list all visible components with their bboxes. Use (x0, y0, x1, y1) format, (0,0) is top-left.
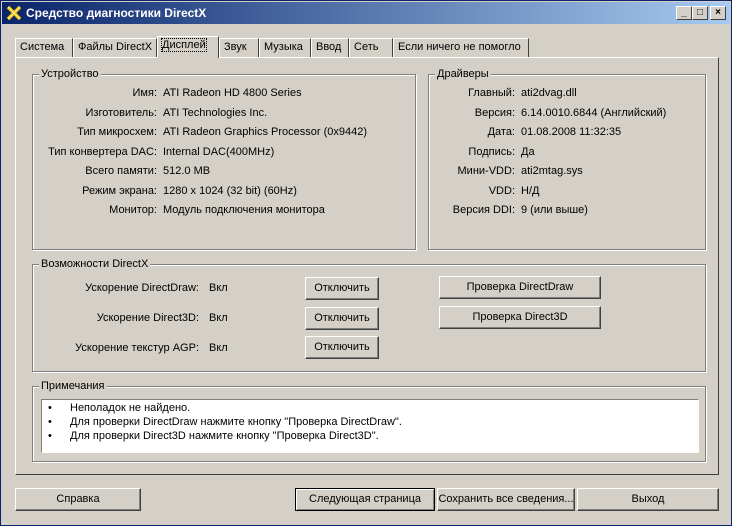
close-button[interactable]: × (710, 6, 726, 20)
device-row-dac-type: Тип конвертера DAC: Internal DAC(400MHz) (48, 146, 275, 158)
driver-row-date: Дата: 01.08.2008 11:32:35 (487, 126, 622, 138)
device-row-chip-type: Тип микросхем: ATI Radeon Graphics Proce… (77, 126, 367, 138)
save-all-info-button[interactable]: Сохранить все сведения... (437, 488, 575, 511)
driver-row-mini-vdd: Мини-VDD: ati2mtag.sys (457, 165, 583, 177)
direct3d-status: Вкл (209, 312, 228, 324)
agp-status: Вкл (209, 342, 228, 354)
directx-icon (6, 5, 22, 21)
tab-more-help[interactable]: Если ничего не помогло (393, 38, 529, 57)
tab-music[interactable]: Музыка (259, 38, 311, 57)
drivers-group: Драйверы Главный: ati2dvag.dll Версия: 6… (428, 68, 706, 250)
title-bar[interactable]: Средство диагностики DirectX _ □ × (2, 2, 730, 24)
dxdiag-window: Средство диагностики DirectX _ □ × Систе… (0, 0, 732, 526)
note-item: • Неполадок не найдено. (48, 402, 191, 414)
tab-directx-files[interactable]: Файлы DirectX (73, 38, 157, 57)
feature-row-agp: Ускорение текстур AGP: Вкл (75, 342, 228, 354)
device-name-value: ATI Radeon HD 4800 Series (163, 87, 302, 99)
maximize-button[interactable]: □ (692, 6, 708, 20)
disable-agp-button[interactable]: Отключить (305, 336, 379, 359)
features-legend: Возможности DirectX (39, 258, 151, 270)
tab-sound[interactable]: Звук (219, 38, 259, 57)
next-page-button[interactable]: Следующая страница (295, 488, 435, 511)
device-row-monitor: Монитор: Модуль подключения монитора (109, 204, 325, 216)
driver-row-signature: Подпись: Да (468, 146, 535, 158)
disable-directdraw-button[interactable]: Отключить (305, 277, 379, 300)
notes-box[interactable]: • Неполадок не найдено. • Для проверки Dir… (41, 399, 699, 453)
display-panel: Устройство Имя: ATI Radeon HD 4800 Serie… (15, 57, 719, 475)
feature-row-directdraw: Ускорение DirectDraw: Вкл (85, 282, 228, 294)
note-item: • Для проверки Direct3D нажмите кнопку "П… (48, 430, 379, 442)
minimize-button[interactable]: _ (676, 6, 692, 20)
device-row-name: Имя: ATI Radeon HD 4800 Series (132, 87, 302, 99)
directdraw-status: Вкл (209, 282, 228, 294)
driver-row-version: Версия: 6.14.0010.6844 (Английский) (474, 107, 667, 119)
notes-legend: Примечания (39, 380, 107, 392)
window-title: Средство диагностики DirectX (26, 6, 207, 20)
driver-row-main: Главный: ati2dvag.dll (468, 87, 577, 99)
test-directdraw-button[interactable]: Проверка DirectDraw (439, 276, 601, 299)
feature-row-direct3d: Ускорение Direct3D: Вкл (96, 312, 228, 324)
device-group: Устройство Имя: ATI Radeon HD 4800 Serie… (32, 68, 416, 250)
note-item: • Для проверки DirectDraw нажмите кнопку … (48, 416, 402, 428)
device-row-memory: Всего памяти: 512.0 MB (85, 165, 211, 177)
notes-group: Примечания • Неполадок не найдено. • Для п… (32, 380, 706, 462)
exit-button[interactable]: Выход (577, 488, 719, 511)
tab-display[interactable]: Дисплей (157, 36, 219, 58)
drivers-legend: Драйверы (435, 68, 491, 80)
device-legend: Устройство (39, 68, 101, 80)
disable-direct3d-button[interactable]: Отключить (305, 307, 379, 330)
driver-row-vdd: VDD: Н/Д (488, 185, 540, 197)
driver-row-ddi-version: Версия DDI: 9 (или выше) (452, 204, 588, 216)
tab-system[interactable]: Система (15, 38, 73, 57)
tab-network[interactable]: Сеть (349, 38, 393, 57)
device-row-display-mode: Режим экрана: 1280 x 1024 (32 bit) (60Hz… (82, 185, 297, 197)
test-direct3d-button[interactable]: Проверка Direct3D (439, 306, 601, 329)
directx-features-group: Возможности DirectX Ускорение DirectDraw… (32, 258, 706, 372)
device-row-manufacturer: Изготовитель: ATI Technologies Inc. (85, 107, 268, 119)
help-button[interactable]: Справка (15, 488, 141, 511)
tab-input[interactable]: Ввод (311, 38, 349, 57)
